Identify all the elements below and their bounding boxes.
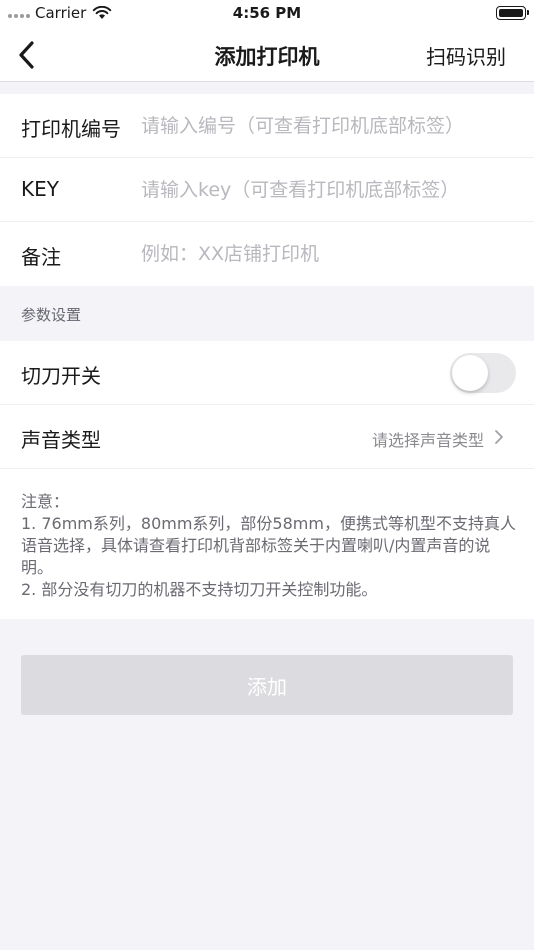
cutter-label: 切刀开关 (21, 364, 101, 388)
form-row-key: KEY (0, 158, 534, 222)
printer-id-label: 打印机编号 (21, 117, 121, 141)
notes-title: 注意： (21, 492, 70, 511)
remark-label: 备注 (21, 245, 61, 269)
printer-form: 打印机编号 KEY 备注 (0, 94, 534, 286)
key-label: KEY (21, 177, 59, 201)
form-row-printer-id: 打印机编号 (0, 94, 534, 158)
battery-icon (496, 6, 529, 20)
printer-id-input[interactable] (141, 110, 521, 142)
add-button[interactable]: 添加 (21, 655, 513, 715)
notes-block: 注意： 1. 76mm系列，80mm系列，部份58mm，便携式等机型不支持真人语… (21, 491, 516, 601)
notes-item: 2. 部分没有切刀的机器不支持切刀开关控制功能。 (21, 580, 378, 599)
sound-type-row[interactable]: 声音类型 请选择声音类型 (0, 405, 534, 469)
status-bar: Carrier 4:56 PM (0, 0, 534, 28)
toggle-knob (452, 355, 488, 391)
remark-input[interactable] (141, 238, 521, 270)
params-section: 切刀开关 声音类型 请选择声音类型 注意： 1. 76mm系列，80mm系列，部… (0, 341, 534, 619)
status-time: 4:56 PM (232, 4, 302, 22)
cutter-row: 切刀开关 (0, 341, 534, 405)
cutter-toggle[interactable] (450, 353, 516, 393)
nav-bar: 添加打印机 扫码识别 (0, 28, 534, 82)
sound-type-select[interactable]: 请选择声音类型 (372, 427, 484, 451)
chevron-right-icon (495, 430, 503, 444)
params-section-header: 参数设置 (21, 306, 82, 324)
sound-type-label: 声音类型 (21, 428, 101, 452)
form-row-remark: 备注 (0, 222, 534, 286)
notes-item: 1. 76mm系列，80mm系列，部份58mm，便携式等机型不支持真人语音选择，… (21, 514, 516, 577)
key-input[interactable] (141, 174, 521, 206)
scan-qr-button[interactable]: 扫码识别 (426, 41, 506, 70)
